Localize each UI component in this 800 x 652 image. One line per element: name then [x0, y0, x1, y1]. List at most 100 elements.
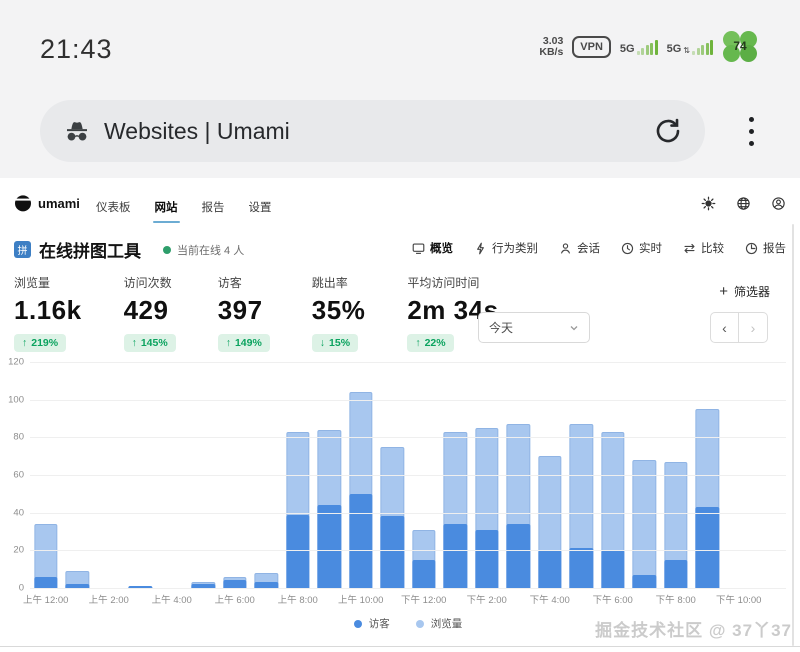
legend-dot-icon: [354, 620, 362, 628]
x-tick-label: 上午 10:00: [338, 592, 383, 606]
status-clock: 21:43: [40, 34, 113, 65]
change-badge: ↑149%: [218, 334, 270, 352]
chart-y-axis: 020406080100120: [0, 360, 26, 588]
tab-reports[interactable]: 报告: [745, 240, 786, 256]
visitors-bar[interactable]: [412, 560, 435, 588]
metric-visits: 访问次数 429 ↑145%: [124, 274, 176, 352]
metric-views: 浏览量 1.16k ↑219%: [14, 274, 82, 352]
visitors-bar[interactable]: [601, 550, 624, 588]
x-tick-label: 上午 2:00: [89, 592, 129, 606]
plus-icon: +: [719, 286, 728, 298]
profile-icon[interactable]: [771, 196, 786, 211]
brand-name: umami: [38, 196, 80, 211]
gridline: [30, 588, 786, 589]
change-badge: ↑145%: [124, 334, 176, 352]
gridline: [30, 362, 786, 363]
x-tick-label: 上午 8:00: [278, 592, 318, 606]
gridline: [30, 437, 786, 438]
events-icon: [474, 242, 487, 255]
tab-realtime[interactable]: 实时: [621, 240, 662, 256]
x-tick-label: 上午 12:00: [23, 592, 68, 606]
umami-navbar: umami 仪表板 网站 报告 设置: [0, 184, 800, 226]
online-dot-icon: [163, 246, 171, 254]
visitors-bar[interactable]: [349, 494, 372, 588]
legend-item-浏览量[interactable]: 浏览量: [416, 616, 463, 631]
prev-period-button[interactable]: ‹: [710, 312, 739, 343]
umami-page: umami 仪表板 网站 报告 设置 拼 在线拼图工具: [0, 178, 800, 646]
visitors-bar[interactable]: [34, 577, 57, 588]
battery-level: 74: [722, 39, 758, 53]
date-range-select[interactable]: 今天: [478, 312, 590, 343]
visitors-bar[interactable]: [633, 575, 656, 588]
browser-address-bar[interactable]: Websites | Umami: [40, 100, 705, 162]
tab-overview[interactable]: 概览: [412, 240, 453, 256]
visitors-bar[interactable]: [318, 505, 341, 588]
online-status: 当前在线 4 人: [163, 242, 244, 258]
incognito-icon: [62, 116, 92, 146]
gridline: [30, 550, 786, 551]
legend-label: 访客: [369, 616, 390, 631]
legend-dot-icon: [416, 620, 424, 628]
umami-logo[interactable]: umami: [14, 194, 80, 212]
metrics-row: 浏览量 1.16k ↑219% 访问次数 429 ↑145% 访客 397 ↑1…: [14, 274, 499, 352]
nav-item-settings[interactable]: 设置: [237, 184, 284, 226]
screen-bottom-divider: [0, 646, 800, 647]
site-title: 在线拼图工具: [39, 237, 141, 262]
visitors-bar[interactable]: [381, 516, 404, 588]
metric-bounce-rate: 跳出率 35% ↓15%: [312, 274, 366, 352]
next-period-button[interactable]: ›: [739, 312, 768, 343]
visitors-bar[interactable]: [475, 530, 498, 588]
android-chrome-area: 21:43 3.03 KB/s VPN 5G 5G ⇅ 74: [0, 0, 800, 178]
filter-button[interactable]: + 筛选器: [719, 283, 770, 300]
x-tick-label: 下午 8:00: [656, 592, 696, 606]
gridline: [30, 400, 786, 401]
nav-item-reports[interactable]: 报告: [190, 184, 237, 226]
y-tick-label: 100: [8, 394, 24, 405]
signal-bars-icon: [692, 40, 713, 55]
theme-sun-icon[interactable]: [701, 196, 716, 211]
x-tick-label: 上午 4:00: [152, 592, 192, 606]
y-tick-label: 120: [8, 357, 24, 368]
nav-item-websites[interactable]: 网站: [143, 184, 190, 226]
y-tick-label: 80: [13, 432, 24, 443]
signal-sim2-icon: 5G ⇅: [667, 40, 713, 55]
metric-visitors: 访客 397 ↑149%: [218, 274, 270, 352]
site-favicon: 拼: [14, 241, 31, 258]
visitors-bar[interactable]: [507, 524, 530, 588]
change-badge: ↑219%: [14, 334, 66, 352]
browser-menu-icon[interactable]: [743, 108, 760, 154]
vpn-icon: VPN: [572, 36, 611, 58]
visitors-bar[interactable]: [223, 580, 246, 588]
y-tick-label: 60: [13, 470, 24, 481]
tab-events[interactable]: 行为类别: [474, 240, 538, 256]
legend-label: 浏览量: [431, 616, 463, 631]
reports-icon: [745, 242, 758, 255]
x-tick-label: 下午 2:00: [467, 592, 507, 606]
page-scrollbar[interactable]: [792, 224, 794, 646]
visitors-bar[interactable]: [696, 507, 719, 588]
watermark: 掘金技术社区 @ 37丫37: [595, 616, 792, 641]
visitors-bar[interactable]: [444, 524, 467, 588]
chevron-down-icon: [569, 323, 579, 333]
x-tick-label: 下午 4:00: [530, 592, 570, 606]
refresh-icon[interactable]: [653, 116, 683, 146]
sessions-icon: [559, 242, 572, 255]
umami-logo-icon: [14, 194, 32, 212]
status-bar: 21:43 3.03 KB/s VPN 5G 5G ⇅ 74: [0, 0, 800, 90]
tab-sessions[interactable]: 会话: [559, 240, 600, 256]
visitors-bar[interactable]: [664, 560, 687, 588]
nav-item-dashboard[interactable]: 仪表板: [84, 184, 143, 226]
gridline: [30, 513, 786, 514]
tab-compare[interactable]: 比较: [683, 240, 724, 256]
views-bar[interactable]: [633, 460, 656, 588]
battery-clover-icon: 74: [722, 30, 758, 64]
signal-bars-icon: [637, 40, 658, 55]
language-globe-icon[interactable]: [736, 196, 751, 211]
y-tick-label: 40: [13, 507, 24, 518]
change-badge: ↑22%: [407, 334, 453, 352]
visitors-bar[interactable]: [538, 550, 561, 588]
signal-sim1-icon: 5G: [620, 40, 658, 55]
address-bar-text: Websites | Umami: [104, 118, 653, 145]
visitors-bar[interactable]: [570, 548, 593, 588]
legend-item-访客[interactable]: 访客: [354, 616, 390, 631]
